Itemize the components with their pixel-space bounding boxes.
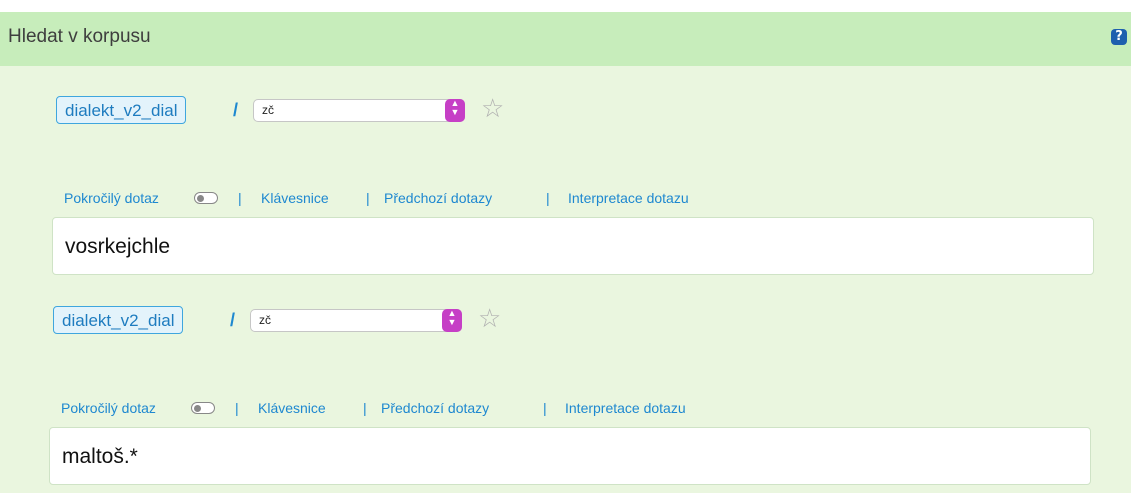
star-icon[interactable]: ☆ [478, 304, 501, 334]
query-interpretation-link[interactable]: Interpretace dotazu [565, 400, 686, 416]
link-separator: | [546, 190, 550, 206]
previous-queries-link[interactable]: Předchozí dotazy [381, 400, 489, 416]
select-arrows-icon: ▲ ▼ [445, 99, 465, 122]
query-input[interactable]: vosrkejchle [52, 217, 1094, 275]
link-separator: | [363, 400, 367, 416]
advanced-query-link[interactable]: Pokročilý dotaz [61, 400, 156, 416]
advanced-query-link[interactable]: Pokročilý dotaz [64, 190, 159, 206]
link-separator: | [238, 190, 242, 206]
link-separator: | [235, 400, 239, 416]
toggle-knob [197, 194, 204, 202]
toggle-knob [194, 404, 201, 412]
link-separator: | [543, 400, 547, 416]
corpus-separator: / [230, 310, 236, 330]
query-input[interactable]: maltoš.* [49, 427, 1091, 485]
keyboard-link[interactable]: Klávesnice [258, 400, 326, 416]
subcorpus-value: zč [259, 313, 271, 327]
query-interpretation-link[interactable]: Interpretace dotazu [568, 190, 689, 206]
star-icon[interactable]: ☆ [481, 94, 504, 124]
panel-header: Hledat v korpusu ? [0, 12, 1131, 66]
keyboard-link[interactable]: Klávesnice [261, 190, 329, 206]
select-arrows-icon: ▲ ▼ [442, 309, 462, 332]
panel-title: Hledat v korpusu [8, 26, 151, 47]
subcorpus-select[interactable]: zč ▲ ▼ [253, 99, 465, 122]
subcorpus-select[interactable]: zč ▲ ▼ [250, 309, 462, 332]
previous-queries-link[interactable]: Předchozí dotazy [384, 190, 492, 206]
corpus-separator: / [233, 100, 239, 120]
search-panel: Hledat v korpusu ? dialekt_v2_dial / zč … [0, 12, 1131, 493]
advanced-query-toggle[interactable] [194, 192, 218, 204]
link-separator: | [366, 190, 370, 206]
query-input-value: vosrkejchle [65, 235, 171, 258]
corpus-button[interactable]: dialekt_v2_dial [56, 96, 187, 124]
corpus-button[interactable]: dialekt_v2_dial [53, 306, 184, 334]
query-input-value: maltoš.* [62, 445, 138, 468]
question-mark-icon[interactable]: ? [1111, 29, 1127, 45]
subcorpus-value: zč [262, 103, 274, 117]
advanced-query-toggle[interactable] [191, 402, 215, 414]
